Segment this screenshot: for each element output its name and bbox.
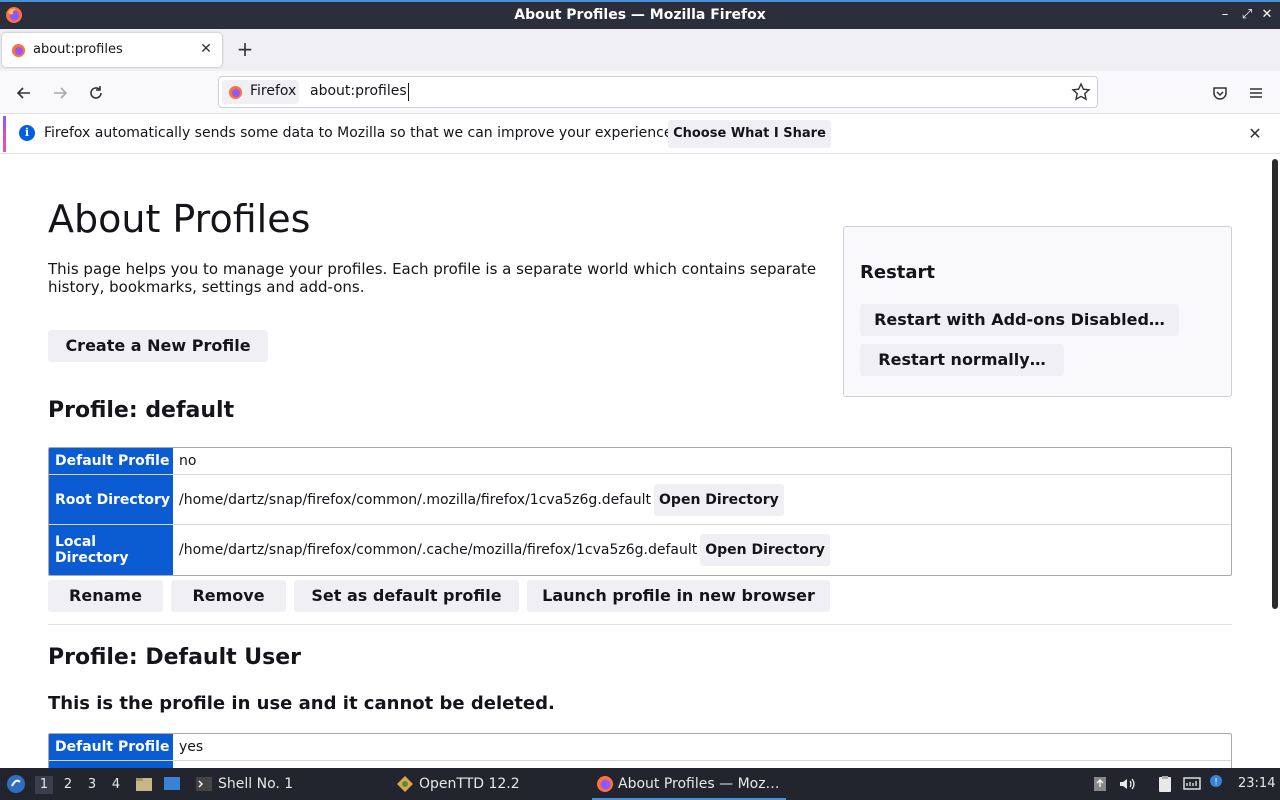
maximize-icon[interactable]: ⤢ [1238,6,1256,24]
taskbar-item-openttd[interactable]: OpenTTD 12.2 [419,768,520,800]
clock: 23:14 [1238,776,1276,791]
bookmark-star-icon[interactable] [1071,82,1091,102]
remove-button[interactable]: Remove [171,580,286,612]
forward-icon[interactable] [48,81,72,105]
update-notifier-icon[interactable]: ! [1209,774,1223,788]
tab-label: about:profiles [33,42,123,57]
table-row: Local Directory /home/dartz/snap/firefox… [49,525,1231,575]
intro-text: This page helps you to manage your profi… [48,260,817,296]
default-profile-value: yes [179,739,204,755]
terminal-icon [196,777,212,791]
row-value: /home/dartz/snap/firefox/common/.cache/m… [174,525,1231,575]
open-local-directory-button[interactable]: Open Directory [700,534,830,566]
row-key: Default Profile [49,734,174,760]
restart-normally-button[interactable]: Restart normally… [860,344,1064,376]
volume-icon[interactable] [1118,775,1136,793]
network-icon[interactable] [1183,775,1201,793]
clipboard-icon[interactable] [1156,775,1174,793]
openttd-icon [397,776,413,792]
table-row [49,761,1231,768]
table-row: Default Profile no [49,448,1231,475]
page-title: About Profiles [48,197,311,241]
row-value: no [174,448,1231,474]
profile-default-table: Default Profile no Root Directory /home/… [48,447,1232,576]
taskbar-item-firefox[interactable]: About Profiles — Moz… [618,768,780,800]
profile-heading: Profile: Default User [48,645,302,670]
url-bar[interactable]: Firefox about:profiles [218,76,1098,108]
launch-profile-button[interactable]: Launch profile in new browser [527,580,830,612]
row-key: Default Profile [49,448,174,474]
pocket-icon[interactable] [1208,81,1232,105]
window-titlebar: About Profiles — Mozilla Firefox – ⤢ ✕ [0,0,1280,29]
row-value: yes [174,734,1231,760]
info-icon: i [19,125,35,141]
create-new-profile-button[interactable]: Create a New Profile [48,330,268,362]
profile-heading: Profile: default [48,398,235,423]
minimize-icon[interactable]: – [1216,6,1234,24]
table-row: Default Profile yes [49,734,1231,761]
default-profile-value: no [179,453,197,469]
row-value: /home/dartz/snap/firefox/common/.mozilla… [174,475,1231,524]
profile-in-use-note: This is the profile in use and it cannot… [48,693,555,714]
menu-icon[interactable] [1244,81,1268,105]
open-root-directory-button[interactable]: Open Directory [654,483,784,516]
url-input[interactable]: about:profiles [310,83,407,99]
tray-upload-icon[interactable] [1091,775,1109,793]
restart-addons-disabled-button[interactable]: Restart with Add-ons Disabled… [860,304,1179,336]
text-caret [408,83,409,101]
tab-about-profiles[interactable]: about:profiles ✕ [2,33,222,67]
restart-panel: Restart Restart with Add-ons Disabled… R… [843,226,1232,397]
back-icon[interactable] [12,81,36,105]
workspace-1[interactable]: 1 [35,776,53,794]
row-key: Root Directory [49,475,174,524]
rename-button[interactable]: Rename [48,580,163,612]
profile-default-user-table: Default Profile yes [48,733,1232,768]
choose-what-i-share-button[interactable]: Choose What I Share [668,120,831,148]
close-icon[interactable]: ✕ [1258,6,1276,24]
tab-strip: about:profiles ✕ + [0,29,1280,71]
page-content: About Profiles This page helps you to ma… [0,155,1280,768]
notification-accent [3,116,6,152]
restart-title: Restart [860,262,936,283]
taskbar: 1 2 3 4 Shell No. 1 OpenTTD 12.2 About P… [0,768,1280,800]
identity-box[interactable]: Firefox [222,80,299,104]
reload-icon[interactable] [84,81,108,105]
svg-text:!: ! [1214,778,1218,788]
file-manager-icon[interactable] [135,775,153,793]
row-key [49,761,174,768]
notification-text: Firefox automatically sends some data to… [44,125,677,141]
nav-bar: Firefox about:profiles [0,71,1280,114]
close-tab-icon[interactable]: ✕ [198,40,214,57]
root-directory-path: /home/dartz/snap/firefox/common/.mozilla… [179,491,652,508]
start-menu-icon[interactable] [6,774,26,794]
set-default-profile-button[interactable]: Set as default profile [294,580,519,612]
firefox-icon [228,85,243,100]
firefox-icon [597,776,613,792]
taskbar-item-shell[interactable]: Shell No. 1 [218,768,293,800]
row-key: Local Directory [49,525,174,575]
workspace-2[interactable]: 2 [59,776,77,794]
scrollbar[interactable] [1272,159,1278,609]
close-notification-icon[interactable]: ✕ [1246,125,1264,143]
new-tab-icon[interactable]: + [234,38,256,60]
row-value [174,761,1231,768]
show-desktop-icon[interactable] [163,775,181,793]
window-title: About Profiles — Mozilla Firefox [514,7,766,23]
workspace-4[interactable]: 4 [107,776,125,794]
table-row: Root Directory /home/dartz/snap/firefox/… [49,475,1231,525]
identity-label: Firefox [250,83,297,99]
profiles-favicon-icon [11,43,26,58]
data-reporting-notification: i Firefox automatically sends some data … [0,114,1280,154]
local-directory-path: /home/dartz/snap/firefox/common/.cache/m… [179,542,698,558]
workspace-3[interactable]: 3 [83,776,101,794]
section-divider [48,624,1232,625]
